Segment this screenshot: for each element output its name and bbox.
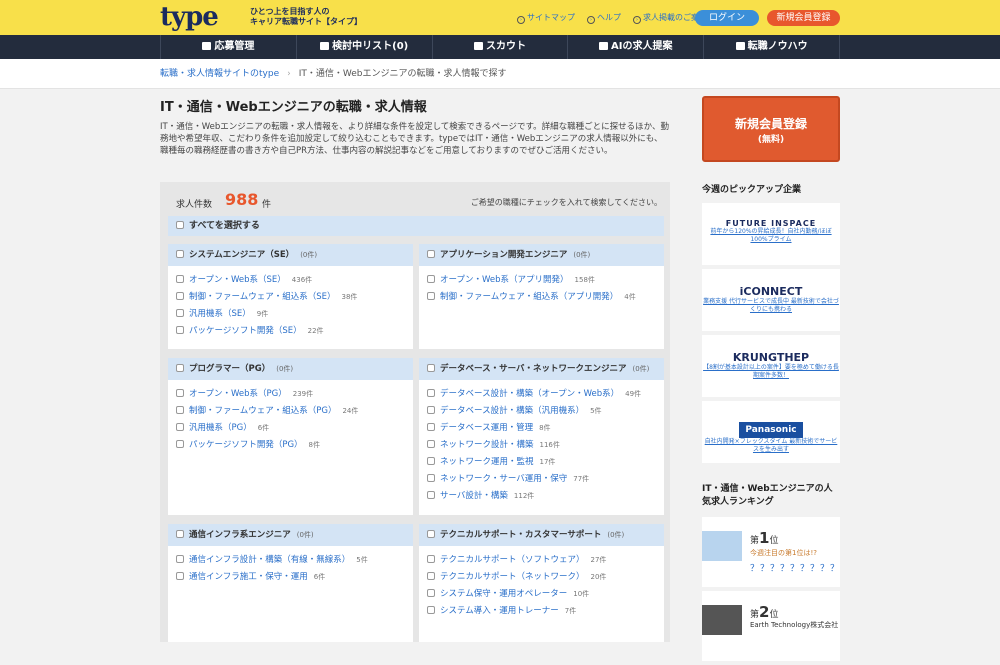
site-tagline: ひとつ上を目指す人の キャリア転職サイト【タイプ】 (250, 7, 362, 26)
ranking-item[interactable]: 第2位 Earth Technology株式会社 (702, 591, 840, 661)
breadcrumb: 転職・求人情報サイトのtype › IT・通信・Webエンジニアの転職・求人情報で探… (0, 59, 1000, 89)
search-instruction: ご希望の職種にチェックを入れて検索してください。 (470, 198, 662, 207)
subcategory-checkbox[interactable]: ネットワーク運用・監視 17件 (427, 456, 664, 473)
subcategory-checkbox[interactable]: 通信インフラ設計・構築（有線・無線系） 5件 (176, 554, 413, 571)
subcategory-checkbox[interactable]: オープン・Web系（SE） 436件 (176, 274, 413, 291)
subcategory-checkbox[interactable]: 通信インフラ施工・保守・運用 6件 (176, 571, 413, 588)
nav-ai-suggestions[interactable]: AIの求人提案 (567, 35, 703, 59)
subcategory-checkbox[interactable]: サーバ設計・構築 112件 (427, 490, 664, 507)
subcategory-checkbox[interactable]: 汎用機系（PG） 6件 (176, 422, 413, 439)
result-count: 988 (225, 190, 259, 209)
header-links: › サイトマップ › ヘルプ › 求人掲載のご案内 (517, 12, 707, 24)
subcategory-checkbox[interactable]: データベース設計・構築（オープン・Web系） 49件 (427, 388, 664, 405)
subcategory-checkbox[interactable]: 制御・ファームウェア・組込系（PG） 24件 (176, 405, 413, 422)
pin-icon (320, 42, 330, 50)
nav-scout[interactable]: スカウト (431, 35, 568, 59)
site-header: type ひとつ上を目指す人の キャリア転職サイト【タイプ】 › サイトマップ ›… (0, 0, 1000, 35)
pickup-title: 今週のピックアップ企業 (702, 185, 802, 195)
subcategory-checkbox[interactable]: パッケージソフト開発（SE） 22件 (176, 325, 413, 342)
subcategory-checkbox[interactable]: システム導入・運用トレーナー 7件 (427, 605, 664, 622)
category-checkbox[interactable]: アプリケーション開発エンジニア (0件) (419, 244, 664, 266)
arrow-circle-icon: › (633, 16, 641, 24)
category-card: システムエンジニア（SE） (0件) オープン・Web系（SE） 436件 制御・フ… (168, 244, 413, 349)
subcategory-checkbox[interactable]: システム保守・運用オペレーター 10件 (427, 588, 664, 605)
subcategory-checkbox[interactable]: 制御・ファームウェア・組込系（アプリ開発） 4件 (427, 291, 664, 308)
subcategory-checkbox[interactable]: オープン・Web系（アプリ開発） 158件 (427, 274, 664, 291)
robot-icon (599, 42, 609, 50)
sidebar-register-button[interactable]: 新規会員登録 (無料) (702, 96, 840, 162)
result-count-bar: 求人件数 988 件 ご希望の職種にチェックを入れて検索してください。 (176, 190, 662, 210)
subcategory-checkbox[interactable]: ネットワーク・サーバ運用・保守 77件 (427, 473, 664, 490)
checkbox-icon (176, 221, 184, 229)
select-all-checkbox[interactable]: すべてを選択する (168, 216, 664, 236)
arrow-circle-icon: › (517, 16, 525, 24)
clipboard-icon (202, 42, 212, 50)
category-checkbox[interactable]: 通信インフラ系エンジニア (0件) (168, 524, 413, 546)
nav-knowhow[interactable]: 転職ノウハウ (703, 35, 840, 59)
subcategory-checkbox[interactable]: データベース設計・構築（汎用機系） 5件 (427, 405, 664, 422)
category-card: テクニカルサポート・カスタマーサポート (0件) テクニカルサポート（ソフトウェア… (419, 524, 664, 642)
ranking-item[interactable]: 第1位 今週注目の第1位は!? ？？？？？？？？？ (702, 517, 840, 587)
job-category-search: 求人件数 988 件 ご希望の職種にチェックを入れて検索してください。 すべてを… (160, 182, 670, 642)
arrow-circle-icon: › (587, 16, 595, 24)
subcategory-checkbox[interactable]: テクニカルサポート（ソフトウェア） 27件 (427, 554, 664, 571)
page-intro: IT・通信・Webエンジニアの転職・求人情報を、より詳細な条件を設定して検索でき… (160, 122, 669, 156)
category-card: アプリケーション開発エンジニア (0件) オープン・Web系（アプリ開発） 158件… (419, 244, 664, 349)
category-checkbox[interactable]: テクニカルサポート・カスタマーサポート (0件) (419, 524, 664, 546)
chevron-right-icon: › (287, 69, 291, 79)
login-button[interactable]: ログイン (695, 10, 759, 26)
sitemap-link[interactable]: › サイトマップ (517, 12, 575, 24)
subcategory-checkbox[interactable]: オープン・Web系（PG） 239件 (176, 388, 413, 405)
category-card: 通信インフラ系エンジニア (0件) 通信インフラ設計・構築（有線・無線系） 5件 通… (168, 524, 413, 642)
category-card: プログラマー（PG） (0件) オープン・Web系（PG） 239件 制御・ファーム… (168, 358, 413, 515)
subcategory-checkbox[interactable]: 汎用機系（SE） 9件 (176, 308, 413, 325)
pickup-company-banner[interactable]: Panasonic 自社内開発×フレックスタイム 最新技術でサービスを生み出す (702, 401, 840, 463)
site-logo[interactable]: type (160, 4, 219, 30)
pickup-company-banner[interactable]: KRUNGTHEP 【8割が基本設計以上の案件】要を極めて働ける長期案件多数！ (702, 335, 840, 397)
breadcrumb-home[interactable]: 転職・求人情報サイトのtype (160, 69, 279, 79)
subcategory-checkbox[interactable]: パッケージソフト開発（PG） 8件 (176, 439, 413, 456)
help-link[interactable]: › ヘルプ (587, 12, 621, 24)
category-card: データベース・サーバ・ネットワークエンジニア (0件) データベース設計・構築（オ… (419, 358, 664, 515)
breadcrumb-current: IT・通信・Webエンジニアの転職・求人情報で探す (298, 69, 507, 79)
book-icon (735, 42, 745, 50)
nav-saved-list[interactable]: 検討中リスト(0) (295, 35, 432, 59)
ranking-thumbnail (702, 605, 742, 635)
page-title: IT・通信・Webエンジニアの転職・求人情報 (160, 100, 427, 115)
nav-applications[interactable]: 応募管理 (160, 35, 296, 59)
pickup-company-banner[interactable]: iCONNECT 業務支援 代行サービスで成長中 最新技術で会社づくりにも携わる (702, 269, 840, 331)
subcategory-checkbox[interactable]: 制御・ファームウェア・組込系（SE） 38件 (176, 291, 413, 308)
category-checkbox[interactable]: システムエンジニア（SE） (0件) (168, 244, 413, 266)
mail-icon (473, 42, 483, 50)
category-checkbox[interactable]: プログラマー（PG） (0件) (168, 358, 413, 380)
sidebar: 新規会員登録 (無料) 今週のピックアップ企業 FUTURE INSPACE 前… (702, 96, 840, 665)
subcategory-checkbox[interactable]: テクニカルサポート（ネットワーク） 20件 (427, 571, 664, 588)
pickup-company-banner[interactable]: FUTURE INSPACE 前年から120%の昇給成長！自社内勤務/ほぼ100… (702, 203, 840, 265)
ranking-title: IT・通信・Webエンジニアの人気求人ランキング (702, 484, 833, 507)
register-button[interactable]: 新規会員登録 (767, 10, 840, 26)
category-checkbox[interactable]: データベース・サーバ・ネットワークエンジニア (0件) (419, 358, 664, 380)
subcategory-checkbox[interactable]: ネットワーク設計・構築 116件 (427, 439, 664, 456)
ranking-thumbnail (702, 531, 742, 561)
subcategory-checkbox[interactable]: データベース運用・管理 8件 (427, 422, 664, 439)
main-nav: 応募管理 検討中リスト(0) スカウト AIの求人提案 転職ノウハウ (0, 35, 1000, 59)
main-content: IT・通信・Webエンジニアの転職・求人情報 IT・通信・Webエンジニアの転職… (160, 96, 670, 642)
